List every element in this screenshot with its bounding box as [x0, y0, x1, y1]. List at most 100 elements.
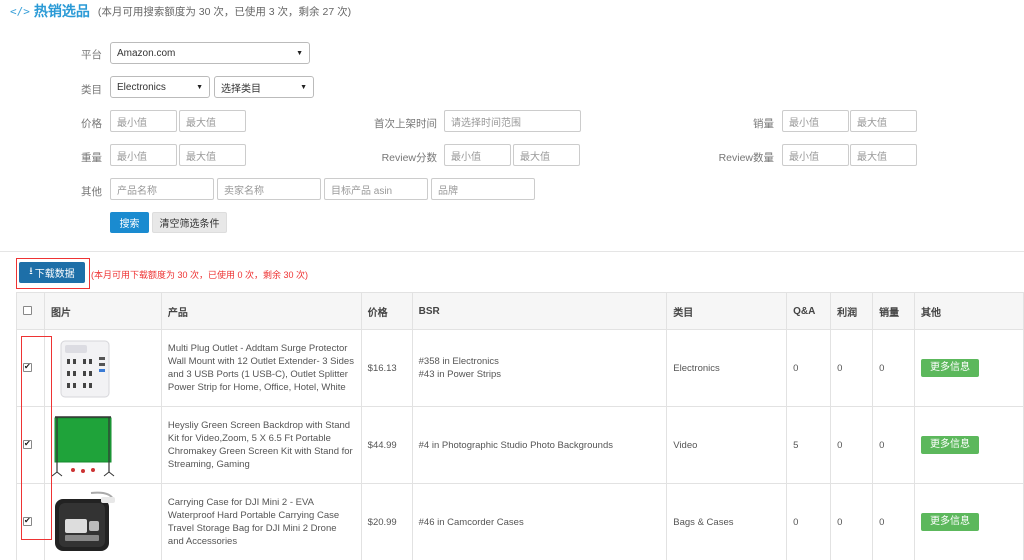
table-row: Carrying Case for DJI Mini 2 - EVA Water… — [16, 483, 1024, 560]
clear-filters-button[interactable]: 清空筛选条件 — [152, 212, 227, 233]
price-cell: $16.13 — [360, 329, 413, 407]
search-quota-text: (本月可用搜索额度为 30 次，已使用 3 次，剩余 27 次) — [97, 5, 352, 18]
column-header: 价格 — [360, 292, 413, 330]
product-table: 图片 产品 价格 BSR 类目 Q&A 利润 销量 其他 ✔ Multi Plu… — [16, 292, 1024, 560]
search-button[interactable]: 搜索 — [110, 212, 149, 233]
other-label: 其他 — [81, 186, 102, 198]
platform-label: 平台 — [81, 49, 102, 61]
bsr-cell: #46 in Camcorder Cases — [411, 483, 668, 560]
price-label: 价格 — [81, 118, 102, 130]
bsr-rank: #43 in Power Strips — [418, 369, 501, 380]
profit-cell: 0 — [830, 406, 874, 484]
platform-select[interactable]: Amazon.com ▼ — [110, 42, 310, 64]
asin-input[interactable]: 目标产品 asin — [324, 178, 428, 200]
qa-cell: 0 — [786, 483, 832, 560]
carrying-case-image — [54, 491, 115, 551]
more-info-button[interactable]: 更多信息 — [921, 359, 980, 377]
sales-max-input[interactable]: 最大值 — [850, 110, 917, 132]
product-title[interactable]: Heysliy Green Screen Backdrop with Stand… — [160, 406, 362, 484]
more-info-button[interactable]: 更多信息 — [921, 513, 980, 531]
category-select-value: Electronics — [117, 81, 166, 93]
bsr-cell: #4 in Photographic Studio Photo Backgrou… — [411, 406, 668, 484]
more-cell: 更多信息 — [914, 483, 1024, 560]
review-score-max-input[interactable]: 最大值 — [513, 144, 580, 166]
product-image-cell — [43, 406, 162, 484]
weight-max-input[interactable]: 最大值 — [179, 144, 246, 166]
sales-min-input[interactable]: 最小值 — [782, 110, 849, 132]
code-icon: </> — [10, 4, 30, 18]
column-header: BSR — [411, 292, 668, 330]
review-score-label: Review分数 — [381, 152, 437, 164]
sales-cell: 0 — [872, 406, 916, 484]
category-cell: Bags & Cases — [666, 483, 788, 560]
table-row: Multi Plug Outlet - Addtam Surge Protect… — [16, 329, 1024, 407]
caret-down-icon: ▼ — [296, 49, 303, 57]
bsr-rank: #46 in Camcorder Cases — [418, 516, 524, 528]
page-header: </> 热销选品 (本月可用搜索额度为 30 次，已使用 3 次，剩余 27 次… — [10, 3, 351, 19]
select-all-cell — [16, 292, 45, 330]
download-quota-text: (本月可用下载额度为 30 次，已使用 0 次，剩余 30 次) — [91, 270, 309, 280]
product-image[interactable] — [51, 335, 121, 401]
subcategory-select-value: 选择类目 — [221, 83, 261, 95]
bsr-rank: #4 in Photographic Studio Photo Backgrou… — [418, 439, 613, 451]
category-cell: Electronics — [666, 329, 788, 407]
qa-cell: 0 — [786, 329, 832, 407]
table-header-row: 图片 产品 价格 BSR 类目 Q&A 利润 销量 其他 — [16, 292, 1024, 330]
review-count-max-input[interactable]: 最大值 — [850, 144, 917, 166]
sales-label: 销量 — [753, 118, 774, 130]
product-image-cell — [43, 329, 162, 407]
column-header: 利润 — [830, 292, 874, 330]
seller-name-input[interactable]: 卖家名称 — [217, 178, 321, 200]
price-cell: $20.99 — [360, 483, 413, 560]
price-max-input[interactable]: 最大值 — [179, 110, 246, 132]
bsr-cell: #358 in Electronics #43 in Power Strips — [411, 329, 668, 407]
bsr-rank: #358 in Electronics — [418, 356, 499, 367]
checkbox-highlight-frame — [21, 336, 52, 540]
download-icon: ⭳ — [29, 266, 33, 277]
table-row: Heysliy Green Screen Backdrop with Stand… — [16, 406, 1024, 484]
caret-down-icon: ▼ — [196, 83, 203, 91]
platform-select-value: Amazon.com — [117, 47, 176, 59]
column-header: 销量 — [872, 292, 916, 330]
product-image[interactable] — [51, 412, 121, 478]
more-cell: 更多信息 — [914, 406, 1024, 484]
download-button-label: 下载数据 — [34, 269, 75, 280]
page-title: 热销选品 — [33, 3, 90, 19]
sales-cell: 0 — [872, 329, 916, 407]
surge-protector-image — [60, 340, 110, 398]
brand-input[interactable]: 品牌 — [431, 178, 535, 200]
product-name-input[interactable]: 产品名称 — [110, 178, 214, 200]
review-count-min-input[interactable]: 最小值 — [782, 144, 849, 166]
subcategory-select[interactable]: 选择类目 ▼ — [214, 76, 314, 98]
product-title[interactable]: Multi Plug Outlet - Addtam Surge Protect… — [160, 329, 362, 407]
category-select[interactable]: Electronics ▼ — [110, 76, 210, 98]
select-all-checkbox[interactable] — [23, 306, 32, 316]
qa-cell: 5 — [786, 406, 832, 484]
more-cell: 更多信息 — [914, 329, 1024, 407]
profit-cell: 0 — [830, 483, 874, 560]
product-image[interactable] — [51, 489, 121, 555]
product-title[interactable]: Carrying Case for DJI Mini 2 - EVA Water… — [160, 483, 362, 560]
column-header: 其他 — [914, 292, 1024, 330]
price-cell: $44.99 — [360, 406, 413, 484]
price-min-input[interactable]: 最小值 — [110, 110, 177, 132]
download-data-button[interactable]: ⭳ 下载数据 — [19, 262, 85, 283]
column-header: 类目 — [666, 292, 788, 330]
column-header: 图片 — [43, 292, 162, 330]
weight-min-input[interactable]: 最小值 — [110, 144, 177, 166]
first-listed-label: 首次上架时间 — [374, 118, 437, 130]
caret-down-icon: ▼ — [300, 83, 307, 91]
column-header: 产品 — [160, 292, 362, 330]
profit-cell: 0 — [830, 329, 874, 407]
review-score-min-input[interactable]: 最小值 — [444, 144, 511, 166]
more-info-button[interactable]: 更多信息 — [921, 436, 980, 454]
green-screen-image — [51, 416, 115, 477]
category-cell: Video — [666, 406, 788, 484]
product-image-cell — [43, 483, 162, 560]
sales-cell: 0 — [872, 483, 916, 560]
date-range-input[interactable]: 请选择时间范围 — [444, 110, 581, 132]
column-header: Q&A — [786, 292, 832, 330]
category-label: 类目 — [81, 84, 102, 96]
section-divider — [0, 251, 1024, 252]
weight-label: 重量 — [81, 152, 102, 164]
